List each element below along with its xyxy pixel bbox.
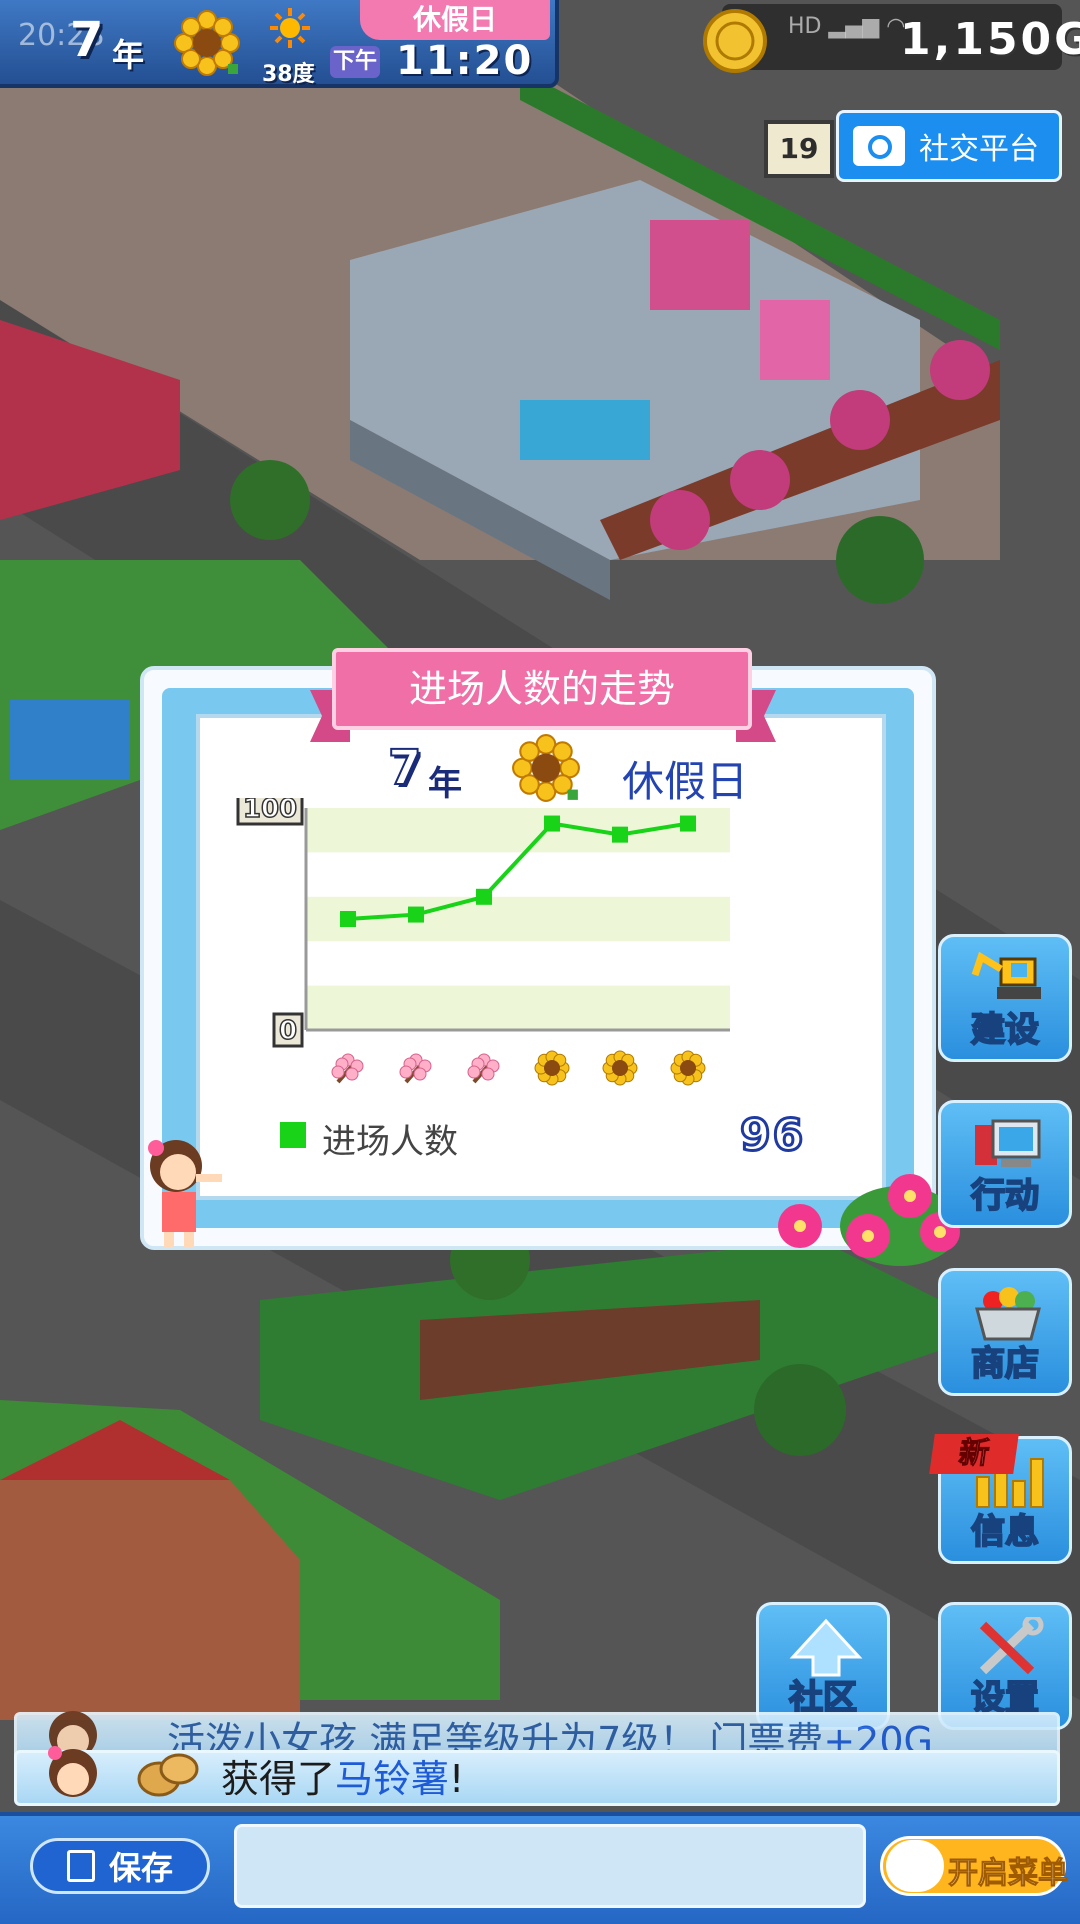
build-button[interactable]: 建设 [938, 934, 1072, 1062]
settings-button[interactable]: 设置 [938, 1602, 1072, 1730]
legend-label: 进场人数 [322, 1122, 458, 1162]
save-label: 保存 [108, 1849, 173, 1887]
data-point [680, 815, 696, 832]
status-bar-icons: HD ▂▄▆ ◠ [788, 14, 906, 39]
holiday-tag: 休假日 [360, 0, 550, 40]
sun-icon [270, 8, 310, 48]
basket-icon [975, 1287, 1041, 1341]
shop-button[interactable]: 商店 [938, 1268, 1072, 1396]
y-tick-label: 0 [279, 1016, 297, 1046]
potato-icon [137, 1753, 199, 1797]
data-point [340, 911, 356, 927]
community-button[interactable]: 社区 [756, 1602, 890, 1730]
flower-icon [331, 1053, 364, 1084]
mascot-girl-icon [148, 1140, 222, 1248]
social-platform-button[interactable]: 社交平台 [836, 110, 1062, 182]
arrow-icon [789, 1618, 863, 1677]
money-value: 1,150G [900, 14, 1080, 65]
save-icon [66, 1850, 95, 1882]
info-label: 信息 [970, 1511, 1040, 1553]
new-badge: 新 [929, 1434, 1019, 1474]
message-bar: 获得了马铃薯! [14, 1746, 1060, 1806]
data-point [408, 906, 424, 923]
toggle-knob[interactable] [886, 1840, 944, 1892]
girl-avatar [48, 1746, 97, 1797]
dialog-year-number: 7 [387, 739, 422, 797]
attendance-chart: 100 0 [236, 798, 730, 1086]
flower-icon [399, 1053, 432, 1084]
tools-icon [979, 1617, 1044, 1675]
shop-label: 商店 [970, 1343, 1040, 1385]
y-tick-label: 100 [243, 798, 297, 824]
sunflower-icon [512, 734, 580, 802]
social-platform-label: 社交平台 [919, 132, 1039, 167]
grid-band [306, 985, 730, 1030]
action-label: 行动 [970, 1175, 1040, 1217]
year-number: 7 [70, 12, 104, 68]
build-label: 建设 [970, 1009, 1040, 1051]
year-unit: 年 [112, 36, 145, 74]
data-point [612, 826, 628, 843]
sunflower-icon [670, 1050, 706, 1086]
grid-band [306, 808, 730, 853]
sunflower-icon [602, 1050, 638, 1086]
computer-icon [975, 1119, 1041, 1167]
camera-icon [853, 126, 905, 166]
temperature-label: 38度 [262, 62, 315, 87]
message-log-area[interactable] [234, 1824, 866, 1908]
save-button[interactable]: 保存 [30, 1838, 210, 1894]
message-text: 获得了马铃薯! [221, 1757, 465, 1801]
data-point [544, 815, 560, 832]
gold-coin-icon [703, 9, 767, 73]
dialog-title: 进场人数的走势 [332, 648, 752, 730]
social-count-badge: 19 [764, 120, 834, 178]
data-point [476, 888, 492, 905]
ampm-label: 下午 [330, 46, 380, 78]
sunflower-icon [534, 1050, 570, 1086]
open-menu-label: 开启菜单 [948, 1856, 1069, 1892]
excavator-icon [971, 951, 1041, 999]
legend-value: 96 [738, 1109, 806, 1163]
sunflower-icon [174, 10, 240, 76]
action-button[interactable]: 行动 [938, 1100, 1072, 1228]
flower-icon [467, 1053, 500, 1084]
legend-swatch [280, 1122, 306, 1148]
game-clock: 11:20 [396, 38, 534, 84]
